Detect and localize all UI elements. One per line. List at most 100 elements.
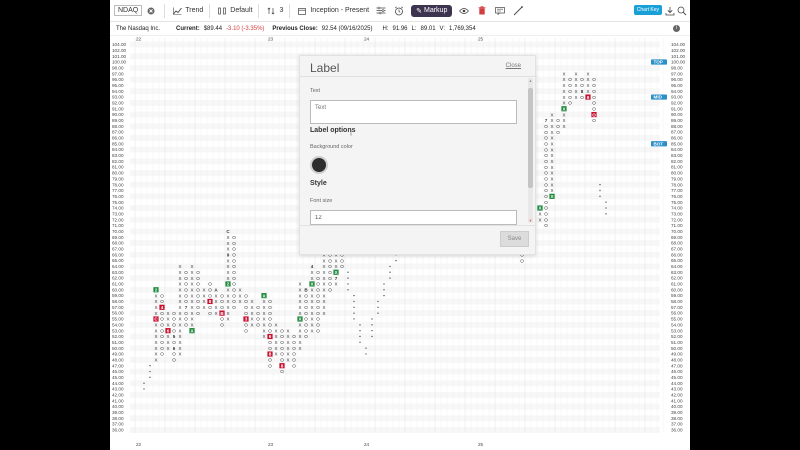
price-label-right: 79.00 [671,176,683,181]
pf-dot [371,329,373,332]
pf-dot [383,294,385,297]
pf-o-mark: O [292,352,296,357]
pf-o-mark: O [568,101,572,106]
count-label: 3 [279,7,284,14]
pf-x-mark: X [562,89,565,94]
zoom-icon[interactable] [676,5,688,17]
pf-x-mark: X [202,299,205,304]
scroll-up-icon[interactable]: ▲ [528,78,533,83]
alarm-button[interactable] [390,3,408,19]
markup-pill[interactable]: ✎ Markup [411,4,453,17]
pf-o-mark: O [160,323,164,328]
pf-x-mark: X [262,334,265,339]
pf-x-mark: X [298,328,301,333]
default-button[interactable]: Default [213,3,255,19]
price-label-left: 77.00 [112,188,124,193]
pf-o-mark: O [232,252,236,257]
low-label: L: [411,25,417,32]
grid-band [130,263,660,270]
scrollbar-thumb[interactable] [528,88,533,188]
pf-o-mark: O [328,287,332,292]
price-label-left: 78.00 [112,182,124,187]
price-label-right: 92.00 [671,101,683,106]
pf-x-mark: X [322,270,325,275]
symbol-selector[interactable]: NDAQ [110,3,161,19]
info-icon[interactable]: i [673,25,680,32]
pf-o-mark: O [232,276,236,281]
price-label-right: 77.00 [671,188,683,193]
range-button[interactable]: Inception - Present [293,3,372,19]
chart-key-button[interactable]: Chart Key [633,5,662,15]
price-label-left: 39.00 [112,410,124,415]
period-label-bottom: 25 [478,442,484,447]
pf-o-mark: O [544,136,548,141]
price-label-left: 83.00 [112,153,124,158]
pf-o-mark: O [184,323,188,328]
pf-o-mark: O [292,346,296,351]
trend-button[interactable]: Trend [168,3,206,19]
pf-x-mark: X [298,287,301,292]
close-icon[interactable] [145,5,157,17]
pf-x-mark: X [226,264,229,269]
pf-x-mark: X [250,317,253,322]
pf-o-mark: O [292,340,296,345]
dialog-body: Text Label options Background color Styl… [300,77,530,225]
grid-band [130,380,660,387]
pf-x-mark: X [166,323,169,328]
price-label-right: 87.00 [671,130,683,135]
pf-x-mark: X [166,334,169,339]
period-label-top: 23 [268,37,274,42]
pf-month-mark: 2 [155,287,158,292]
scroll-down-icon[interactable]: ▼ [528,218,533,223]
pf-x-mark: X [562,77,565,82]
draw-line-button[interactable] [509,3,527,19]
pf-o-mark: O [280,328,284,333]
annotations-button[interactable] [491,3,509,19]
pf-dot [371,318,373,320]
pf-dot [359,329,361,332]
font-size-input[interactable] [310,210,517,225]
price-label-left: 102.00 [112,48,126,53]
delete-button[interactable] [473,3,491,19]
symbol-input[interactable]: NDAQ [114,5,143,16]
pf-o-mark: O [304,328,308,333]
price-label-right: 53.00 [671,328,683,333]
price-label-right: 101.00 [671,54,685,59]
pf-x-mark: X [550,159,553,164]
price-label-right: 58.00 [671,299,683,304]
pf-x-mark: X [574,77,577,82]
price-label-left: 72.00 [112,217,124,222]
label-text-input[interactable] [310,100,517,124]
pf-o-mark: O [304,317,308,322]
dialog-footer-divider [300,225,537,226]
price-label-right: 71.00 [671,223,683,228]
price-label-left: 68.00 [112,241,124,246]
download-icon[interactable] [664,5,676,17]
pf-x-mark: X [322,264,325,269]
settings-button[interactable] [372,3,390,19]
pf-dot [599,195,601,198]
pf-x-mark: X [550,165,553,170]
save-button[interactable]: Save [500,231,529,247]
count-button[interactable]: 3 [262,3,286,19]
pf-x-mark: X [214,311,217,316]
markup-button[interactable]: ✎ Markup [408,3,455,19]
price-label-right: 48.00 [671,357,683,362]
pf-x-mark: X [238,287,241,292]
dialog-scrollbar[interactable]: ▲ ▼ [528,78,533,223]
pf-month-mark: 8 [269,352,272,357]
close-link[interactable]: Close [506,63,521,69]
pf-dot [599,189,601,192]
pf-x-mark: X [298,299,301,304]
price-label-left: 82.00 [112,159,124,164]
visibility-button[interactable] [455,3,473,19]
pf-x-mark: X [214,293,217,298]
pf-x-mark: X [562,71,565,76]
pf-o-mark: O [340,264,344,269]
background-color-swatch[interactable] [310,156,328,174]
pf-x-mark: X [226,299,229,304]
pf-dot [353,306,355,308]
pf-dot [377,300,379,303]
price-label-left: 63.00 [112,270,124,275]
pf-x-mark: X [574,95,577,100]
